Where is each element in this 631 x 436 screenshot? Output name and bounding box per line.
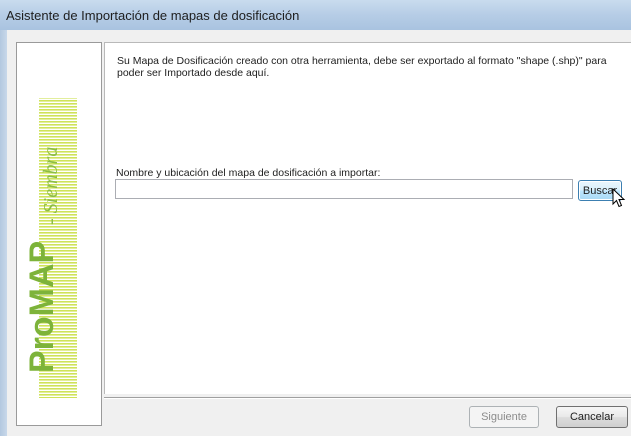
logo-siembra-text: - Siembra: [40, 147, 62, 225]
logo-promap-text: ProMAP: [23, 241, 61, 373]
footer-separator: [104, 397, 631, 399]
promap-logo: ProMAP - Siembra: [23, 98, 77, 398]
title-bar: Asistente de Importación de mapas de dos…: [0, 0, 631, 31]
file-path-label: Nombre y ubicación del mapa de dosificac…: [116, 167, 381, 179]
cancel-button[interactable]: Cancelar: [556, 406, 628, 428]
window-title: Asistente de Importación de mapas de dos…: [6, 8, 300, 23]
window-frame-left: [0, 30, 7, 436]
next-button[interactable]: Siguiente: [469, 406, 539, 428]
content-panel: [104, 42, 631, 394]
promap-logo-panel: ProMAP - Siembra: [16, 42, 102, 426]
mouse-cursor-icon: [612, 188, 626, 208]
description-text: Su Mapa de Dosificación creado con otra …: [117, 55, 607, 79]
file-path-input[interactable]: [115, 179, 573, 199]
